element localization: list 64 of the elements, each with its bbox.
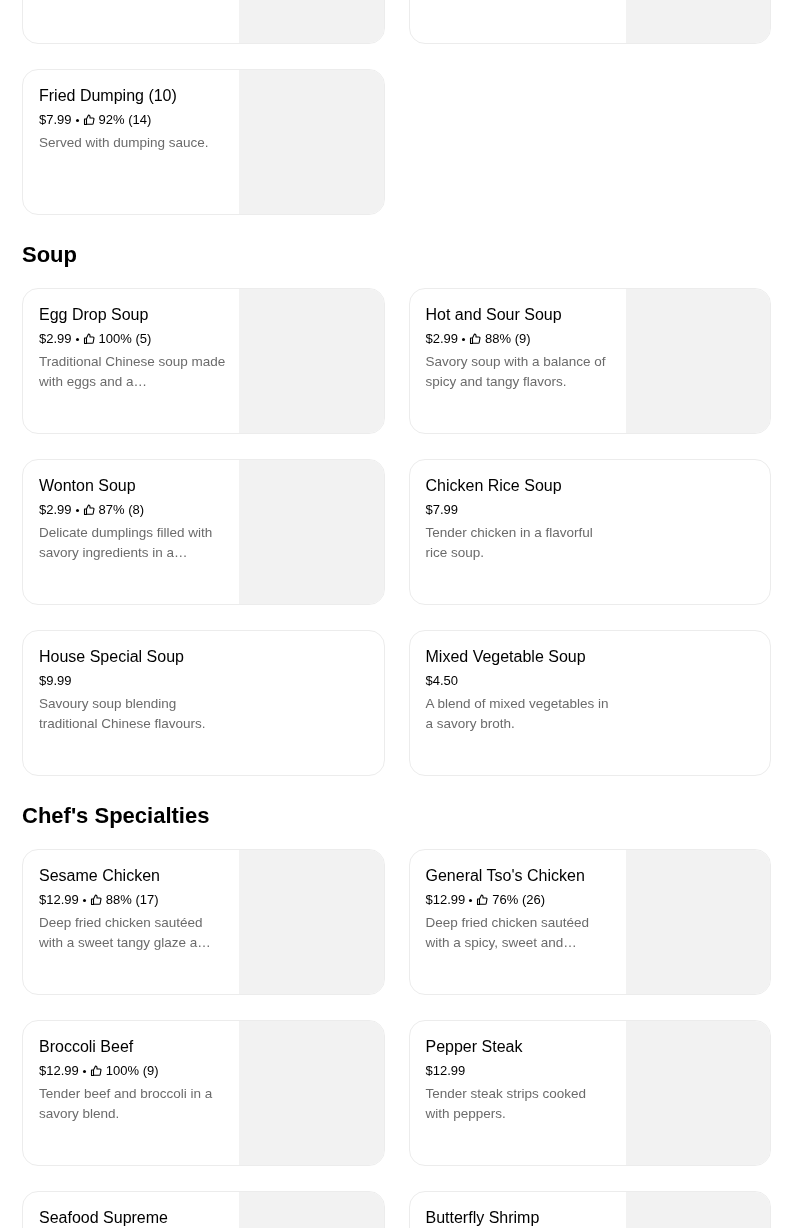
menu-item-card[interactable]: Sesame Chicken $12.99 88% (17) Deep fried chicken sautéed with a sweet tangy glaze a… bbox=[22, 849, 385, 995]
item-description: Served with dumping sauce. bbox=[39, 134, 210, 152]
item-rating: 88% (9) bbox=[485, 330, 531, 348]
item-price: $4.50 bbox=[425, 672, 459, 690]
item-description: Delicate dumplings filled with savory ingredients in a… bbox=[39, 524, 214, 562]
thumbs-up-icon bbox=[89, 1065, 102, 1077]
item-description: Tender chicken in a flavorful rice soup. bbox=[425, 524, 594, 562]
item-title: General Tso's Chicken bbox=[425, 866, 586, 886]
item-rating: 87% (8) bbox=[98, 501, 145, 519]
item-rating: 88% (17) bbox=[105, 891, 159, 909]
item-title: Fried Dumping (10) bbox=[39, 86, 178, 106]
menu-item-card[interactable]: Butterfly Shrimp bbox=[408, 1191, 771, 1228]
section-heading: Chef's Specialties bbox=[22, 802, 211, 830]
thumbs-up-icon bbox=[82, 114, 95, 126]
item-price: $2.99 bbox=[425, 330, 459, 348]
item-title: House Special Soup bbox=[39, 647, 185, 667]
section-heading: Soup bbox=[22, 241, 78, 269]
item-price: $7.99 bbox=[39, 111, 72, 129]
item-title: Sesame Chicken bbox=[39, 866, 161, 886]
menu-item-card[interactable]: Wonton Soup $2.99 87% (8) Delicate dumplings filled with savory ingredients in a… bbox=[22, 459, 385, 605]
item-description: Deep fried chicken sautéed with a sweet tangy glaze a… bbox=[39, 914, 212, 952]
item-description: Savoury soup blending traditional Chinese flavours. bbox=[39, 695, 207, 733]
item-price: $12.99 bbox=[39, 1062, 79, 1080]
item-price: $7.99 bbox=[425, 501, 459, 519]
menu-item-card[interactable]: Mixed Vegetable Soup $4.50 A blend of mixed vegetables in a savory broth. bbox=[408, 630, 771, 776]
menu-item-card[interactable]: Chicken Rice Soup $7.99 Tender chicken in a flavorful rice soup. bbox=[408, 459, 771, 605]
item-price: $12.99 bbox=[39, 891, 79, 909]
item-rating: 92% (14) bbox=[98, 111, 152, 129]
item-title: Wonton Soup bbox=[39, 476, 137, 496]
menu-item-card[interactable]: Egg Drop Soup $2.99 100% (5) Traditional Chinese soup made with eggs and a… bbox=[22, 288, 385, 434]
item-description: A blend of mixed vegetables in a savory broth. bbox=[425, 695, 610, 733]
item-title: Pepper Steak bbox=[425, 1037, 524, 1057]
item-title: Broccoli Beef bbox=[39, 1037, 135, 1057]
item-rating: 76% (26) bbox=[492, 891, 545, 909]
item-price: $12.99 bbox=[425, 1062, 466, 1080]
menu-item-card[interactable]: Fried Dumping (10) $7.99 92% (14) Served with dumping sauce. bbox=[22, 69, 385, 215]
menu-item-card[interactable]: Broccoli Beef $12.99 100% (9) Tender beef and broccoli in a savory blend. bbox=[22, 1020, 385, 1166]
thumbs-up-icon bbox=[82, 504, 95, 516]
item-price: $2.99 bbox=[39, 501, 72, 519]
thumbs-up-icon bbox=[89, 894, 102, 906]
thumbs-up-icon bbox=[469, 333, 482, 345]
item-description: Deep fried chicken sautéed with a spicy, sweet and… bbox=[425, 914, 591, 952]
thumbs-up-icon bbox=[476, 894, 489, 906]
menu-item-card[interactable]: General Tso's Chicken $12.99 76% (26) Deep fried chicken sautéed with a spicy, sweet and… bbox=[408, 849, 771, 995]
thumbs-up-icon bbox=[82, 333, 95, 345]
item-title: Chicken Rice Soup bbox=[425, 476, 563, 496]
item-price: $2.99 bbox=[39, 330, 72, 348]
menu-item-card[interactable]: Pepper Steak $12.99 Tender steak strips cooked with peppers. bbox=[408, 1020, 771, 1166]
item-price: $9.99 bbox=[39, 672, 72, 690]
item-title: Egg Drop Soup bbox=[39, 305, 150, 325]
menu-item-card[interactable]: House Special Soup $9.99 Savoury soup blending traditional Chinese flavours. bbox=[22, 630, 385, 776]
item-rating: 100% (9) bbox=[105, 1062, 159, 1080]
item-title: Hot and Sour Soup bbox=[425, 305, 563, 325]
item-title: Butterfly Shrimp bbox=[425, 1208, 541, 1228]
item-description: Savory soup with a balance of spicy and tangy flavors. bbox=[425, 353, 607, 391]
item-price: $12.99 bbox=[425, 891, 466, 909]
item-rating: 100% (5) bbox=[98, 330, 152, 348]
item-description: Tender beef and broccoli in a savory blend. bbox=[39, 1085, 214, 1123]
item-description: Tender steak strips cooked with peppers. bbox=[425, 1085, 588, 1123]
item-title: Mixed Vegetable Soup bbox=[425, 647, 587, 667]
item-title: Seafood Supreme bbox=[39, 1208, 169, 1228]
menu-item-card[interactable]: Hot and Sour Soup $2.99 88% (9) Savory soup with a balance of spicy and tangy flavors. bbox=[408, 288, 771, 434]
item-description: Traditional Chinese soup made with eggs and a… bbox=[39, 353, 227, 391]
menu-item-card[interactable]: Seafood Supreme bbox=[22, 1191, 385, 1228]
